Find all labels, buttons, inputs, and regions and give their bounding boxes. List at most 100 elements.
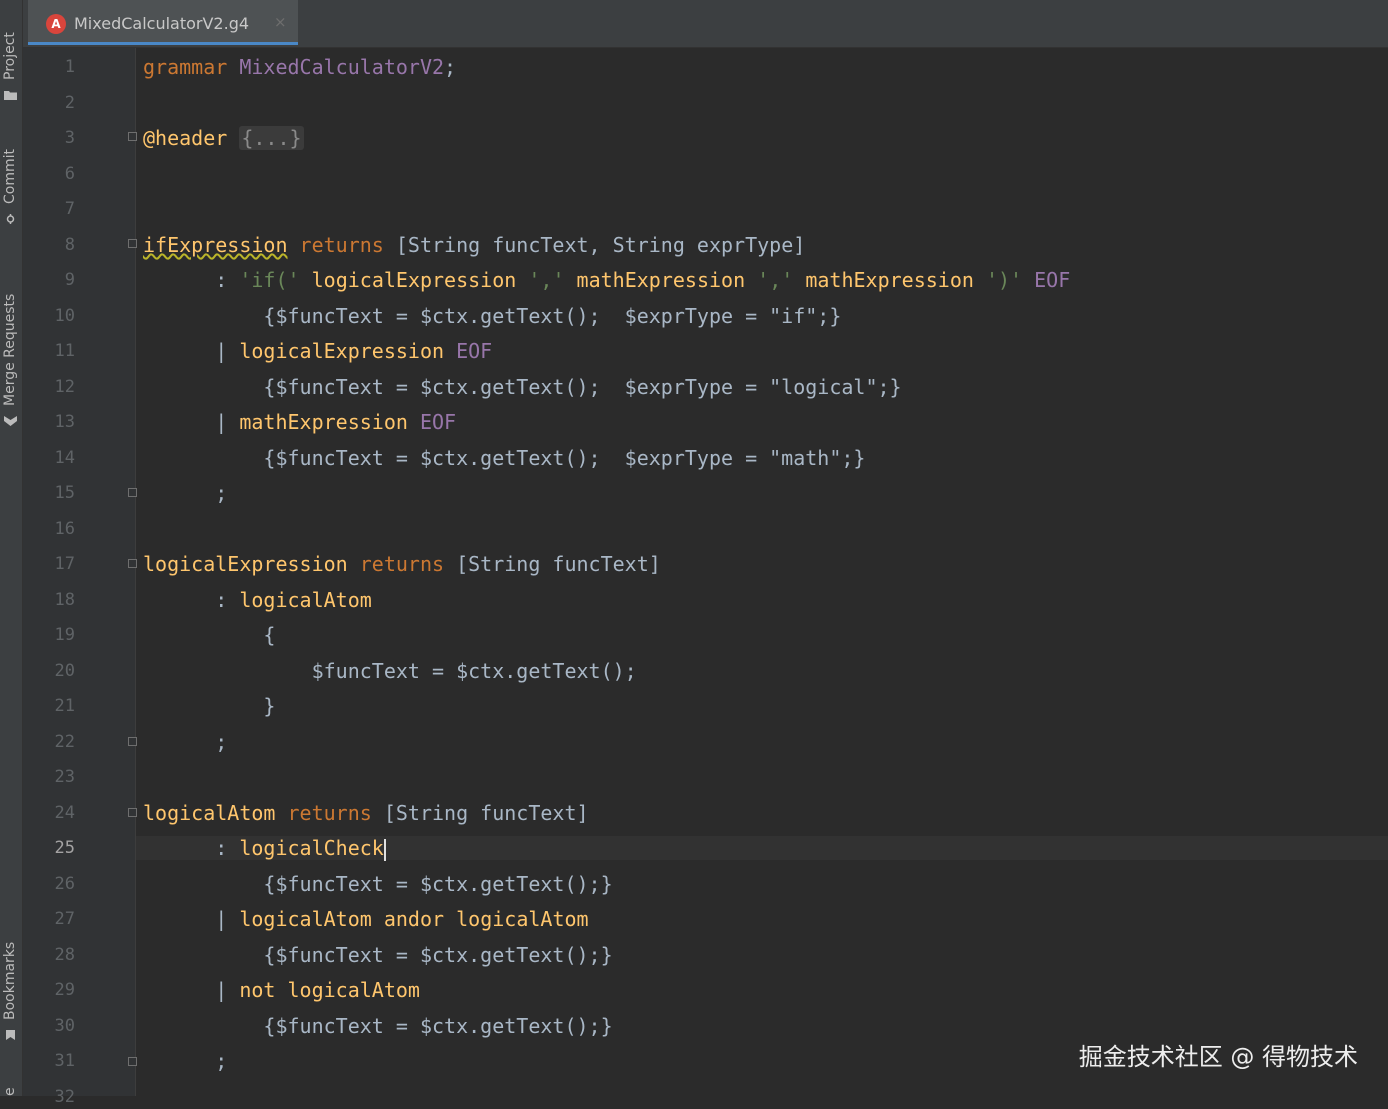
literal: 'if(' [239, 268, 300, 292]
line-number: 16 [54, 519, 75, 539]
action-block: {$funcText = $ctx.getText();} [263, 943, 613, 967]
tool-merge-requests[interactable]: Merge Requests [0, 258, 22, 433]
line-number: 1 [64, 57, 75, 77]
rule-args: [String funcText, String exprType] [395, 233, 806, 257]
semicolon: ; [215, 481, 228, 505]
literal: ')' [985, 268, 1023, 292]
line-number: 3 [64, 128, 75, 148]
action-block: {$funcText = $ctx.getText(); $exprType =… [263, 446, 866, 470]
rule-ref: logicalCheck [239, 836, 384, 860]
commit-icon [6, 214, 15, 224]
keyword: returns [287, 801, 372, 825]
rule-name: logicalAtom [143, 801, 276, 825]
antlr-logo-icon: A [46, 14, 66, 34]
tool-partial-label: e [2, 1087, 18, 1096]
keyword: returns [299, 233, 384, 257]
close-icon[interactable]: × [274, 13, 287, 31]
code-line: | logicalExpression EOF [143, 339, 492, 363]
tool-bookmarks-label: Bookmarks [2, 941, 18, 1020]
header-action: @header [143, 126, 228, 150]
code-line: {$funcText = $ctx.getText(); $exprType =… [143, 375, 902, 399]
tab-title: MixedCalculatorV2.g4 [74, 14, 250, 33]
line-number: 21 [54, 696, 75, 716]
tool-bookmarks[interactable]: Bookmarks [0, 920, 22, 1050]
code-line: | logicalAtom andor logicalAtom [143, 907, 589, 931]
alt-bar: | [215, 978, 228, 1002]
tool-merge-requests-label: Merge Requests [2, 293, 18, 406]
line-number: 17 [54, 554, 75, 574]
code-line: {$funcText = $ctx.getText(); $exprType =… [143, 446, 865, 470]
tool-project[interactable]: Project [0, 14, 22, 106]
action-block: {$funcText = $ctx.getText(); $exprType =… [263, 375, 902, 399]
merge-requests-icon [4, 416, 17, 426]
line-number: 31 [54, 1051, 75, 1071]
code-line: $funcText = $ctx.getText(); [143, 659, 637, 683]
rule-ref: logicalAtom [287, 978, 420, 1002]
eof-token: EOF [456, 339, 493, 363]
line-number: 20 [54, 661, 75, 681]
line-number: 14 [54, 448, 75, 468]
code-line: {$funcText = $ctx.getText();} [143, 943, 613, 967]
line-number: 24 [54, 803, 75, 823]
code-line: | not logicalAtom [143, 978, 420, 1002]
code-line: grammar MixedCalculatorV2; [143, 55, 456, 79]
line-number: 9 [64, 270, 75, 290]
line-number: 18 [54, 590, 75, 610]
colon: : [215, 588, 228, 612]
rule-ref: logicalAtom [239, 588, 372, 612]
code-line: ifExpression returns [String funcText, S… [143, 233, 805, 257]
rule-ref: mathExpression [239, 410, 408, 434]
line-number: 32 [54, 1087, 75, 1107]
code-line: {$funcText = $ctx.getText(); $exprType =… [143, 304, 841, 328]
rule-ref: not [239, 978, 276, 1002]
colon: : [215, 836, 228, 860]
action-block: {$funcText = $ctx.getText();} [263, 872, 613, 896]
code-line: ; [143, 481, 227, 505]
keyword: grammar [143, 55, 228, 79]
rule-ref: mathExpression [805, 268, 974, 292]
code-line: : logicalAtom [143, 588, 372, 612]
bookmark-icon [6, 1030, 15, 1040]
alt-bar: | [215, 410, 228, 434]
text-caret [383, 838, 386, 861]
action-statement: $funcText = $ctx.getText(); [311, 659, 637, 683]
literal: ',' [757, 268, 794, 292]
line-number: 6 [64, 164, 75, 184]
action-block: {$funcText = $ctx.getText(); $exprType =… [263, 304, 842, 328]
watermark: 掘金技术社区 @ 得物技术 [1078, 1043, 1358, 1071]
folded-placeholder[interactable]: {...} [239, 126, 304, 150]
line-number: 10 [54, 306, 75, 326]
alt-bar: | [215, 339, 228, 363]
code-line: { [143, 623, 275, 647]
line-number: 19 [54, 625, 75, 645]
line-number: 12 [54, 377, 75, 397]
code-line: @header {...} [143, 126, 304, 150]
action-block: {$funcText = $ctx.getText();} [263, 1014, 613, 1038]
tool-commit[interactable]: Commit [0, 130, 22, 230]
line-number: 29 [54, 980, 75, 1000]
line-number: 23 [54, 767, 75, 787]
rule-ref: logicalAtom [239, 907, 372, 931]
line-number: 26 [54, 874, 75, 894]
line-number: 11 [54, 341, 75, 361]
code-editor[interactable]: grammar MixedCalculatorV2; @header {...}… [136, 48, 1388, 1096]
rule-ref: logicalExpression [311, 268, 517, 292]
eof-token: EOF [1034, 268, 1071, 292]
rule-ref: mathExpression [576, 268, 746, 292]
eof-token: EOF [419, 410, 457, 434]
tool-partial[interactable]: e [0, 1082, 22, 1096]
code-line: } [143, 694, 275, 718]
semicolon: ; [215, 1049, 228, 1073]
line-number: 2 [64, 93, 75, 113]
colon: : [215, 268, 228, 292]
code-line: ; [143, 730, 227, 754]
grammar-name: MixedCalculatorV2 [239, 55, 445, 79]
keyword: returns [359, 552, 445, 576]
tool-commit-label: Commit [2, 149, 18, 204]
rule-name: ifExpression [143, 233, 288, 257]
line-number: 13 [54, 412, 75, 432]
code-line: {$funcText = $ctx.getText();} [143, 1014, 613, 1038]
code-line: : 'if(' logicalExpression ',' mathExpres… [143, 268, 1070, 292]
rule-ref: logicalAtom [456, 907, 589, 931]
editor-tab[interactable]: A MixedCalculatorV2.g4 × [28, 0, 298, 45]
